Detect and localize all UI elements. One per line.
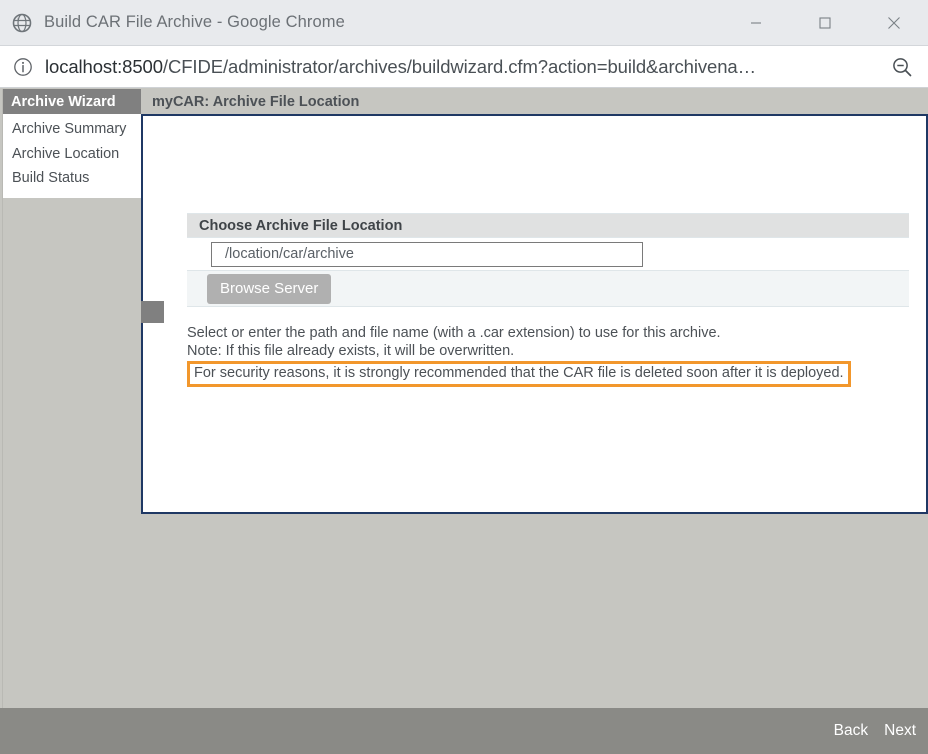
panel-collapse-handle[interactable] xyxy=(141,301,164,323)
archive-path-input[interactable] xyxy=(211,241,643,267)
section-header-row: Choose Archive File Location xyxy=(187,213,909,238)
page-viewport: Archive Wizard Archive Summary Archive L… xyxy=(0,89,928,754)
browse-server-button[interactable]: Browse Server xyxy=(207,273,332,304)
sidebar-item-archive-location[interactable]: Archive Location xyxy=(3,142,141,167)
next-button[interactable]: Next xyxy=(884,722,916,740)
close-icon xyxy=(887,17,900,29)
zoom-out-icon[interactable] xyxy=(890,55,914,79)
url-host: localhost:8500 xyxy=(45,55,163,77)
help-line-overwrite: Note: If this file already exists, it wi… xyxy=(187,343,515,359)
maximize-button[interactable] xyxy=(790,0,859,46)
browse-button-row: Browse Server xyxy=(187,270,909,307)
security-notice: For security reasons, it is strongly rec… xyxy=(187,361,851,387)
sidebar-header: Archive Wizard xyxy=(3,89,141,114)
path-input-row xyxy=(187,238,909,270)
maximize-icon xyxy=(818,17,831,29)
page-title: myCAR: Archive File Location xyxy=(152,93,360,110)
help-text-block: Select or enter the path and file name (… xyxy=(187,324,917,387)
sidebar-item-build-status[interactable]: Build Status xyxy=(3,166,141,191)
url-path: /CFIDE/administrator/archives/buildwizar… xyxy=(162,55,756,77)
url-display[interactable]: localhost:8500/CFIDE/administrator/archi… xyxy=(45,56,890,78)
archive-wizard-sidebar: Archive Wizard Archive Summary Archive L… xyxy=(3,89,141,198)
info-circle-icon[interactable] xyxy=(12,56,34,78)
section-title: Choose Archive File Location xyxy=(199,217,403,234)
back-button[interactable]: Back xyxy=(834,722,868,740)
content-panel: Choose Archive File Location Browse Serv… xyxy=(141,114,928,514)
address-bar[interactable]: localhost:8500/CFIDE/administrator/archi… xyxy=(0,46,928,88)
sidebar-item-archive-summary[interactable]: Archive Summary xyxy=(3,117,141,142)
sidebar-list: Archive Summary Archive Location Build S… xyxy=(3,114,141,198)
panel-header: myCAR: Archive File Location xyxy=(141,89,928,114)
browser-window: Build CAR File Archive - Google Chrome l… xyxy=(0,0,928,754)
window-controls xyxy=(721,0,928,46)
window-title: Build CAR File Archive - Google Chrome xyxy=(44,13,345,31)
wizard-footer: Back Next xyxy=(0,708,928,754)
minimize-icon xyxy=(750,22,761,24)
archive-location-form: Choose Archive File Location Browse Serv… xyxy=(187,213,909,307)
minimize-button[interactable] xyxy=(721,0,790,46)
title-bar: Build CAR File Archive - Google Chrome xyxy=(0,0,928,46)
close-button[interactable] xyxy=(859,0,928,46)
help-line-path: Select or enter the path and file name (… xyxy=(187,325,721,341)
globe-icon xyxy=(10,11,34,35)
